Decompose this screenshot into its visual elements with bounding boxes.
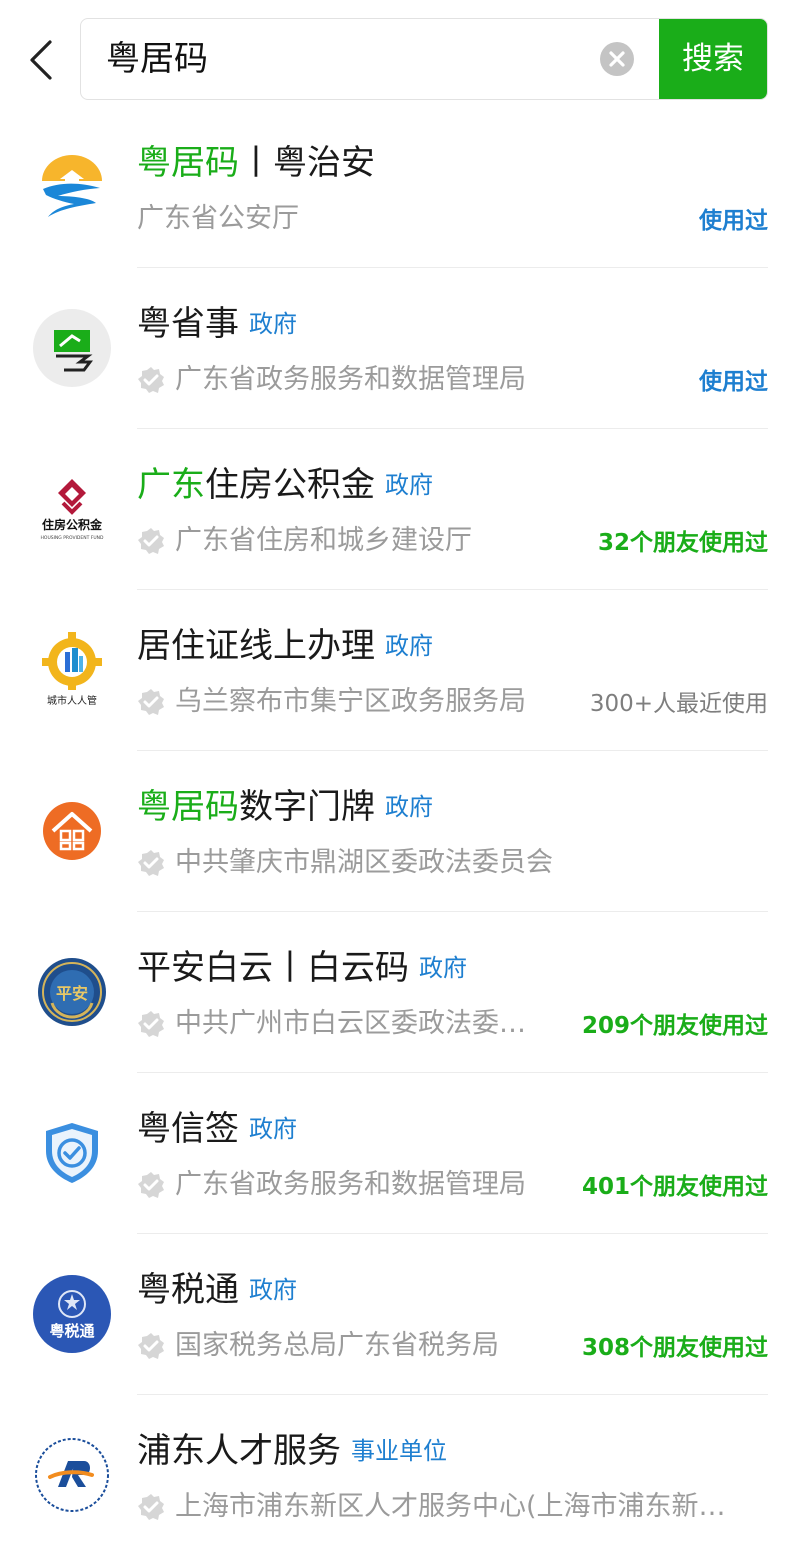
result-org: 上海市浦东新区人才服务中心(上海市浦东新… [175, 1491, 726, 1522]
result-subtitle-row: 中共广州市白云区委政法委… [137, 1004, 597, 1044]
house-qr-icon [32, 791, 112, 871]
result-subtitle-row: 上海市浦东新区人才服务中心(上海市浦东新… [137, 1487, 757, 1527]
result-title: 粤税通 政府 [137, 1270, 297, 1310]
category-tag: 政府 [249, 310, 297, 338]
category-tag: 政府 [385, 632, 433, 660]
usage-note: 使用过 [699, 208, 768, 234]
result-org: 广东省政务服务和数据管理局 [175, 364, 526, 395]
result-org: 广东省政务服务和数据管理局 [175, 1169, 526, 1200]
category-tag: 事业单位 [351, 1437, 447, 1465]
svg-text:城市人人管: 城市人人管 [47, 694, 97, 707]
result-item[interactable]: 粤信签 政府 广东省政务服务和数据管理局 401个朋友使用过 [0, 1073, 800, 1234]
result-item[interactable]: 粤税通 粤税通 政府 国家税务总局广东省税务局 308个朋友使用过 [0, 1234, 800, 1395]
result-title: 粤居码丨粤治安 [137, 143, 375, 183]
verified-icon [138, 528, 164, 554]
back-arrow-icon[interactable] [22, 36, 66, 84]
usage-note: 300+人最近使用 [589, 691, 768, 717]
result-title: 粤省事 政府 [137, 304, 297, 344]
verified-icon [138, 850, 164, 876]
result-item[interactable]: 城市人人管 居住证线上办理 政府 乌兰察布市集宁区政务服务局 300+人最近使用 [0, 590, 800, 751]
shield-check-icon [32, 1113, 112, 1193]
usage-note: 401个朋友使用过 [581, 1174, 768, 1200]
verified-icon [138, 1494, 164, 1520]
result-org: 乌兰察布市集宁区政务服务局 [175, 686, 526, 717]
result-org: 中共肇庆市鼎湖区委政法委员会 [175, 847, 553, 878]
clear-icon[interactable] [599, 41, 635, 77]
result-subtitle-row: 广东省住房和城乡建设厅 [137, 521, 597, 561]
category-tag: 政府 [249, 1115, 297, 1143]
result-org: 广东省公安厅 [137, 203, 299, 234]
search-button[interactable]: 搜索 [659, 19, 767, 99]
usage-note: 使用过 [699, 369, 768, 395]
svg-text:粤税通: 粤税通 [49, 1322, 94, 1340]
svg-text:平安: 平安 [56, 984, 88, 1003]
verified-icon [138, 1333, 164, 1359]
category-tag: 政府 [385, 793, 433, 821]
result-item[interactable]: 粤居码丨粤治安 广东省公安厅 使用过 [0, 107, 800, 268]
svg-text:住房公积金: 住房公积金 [42, 517, 103, 532]
yue-sheng-shi-icon [32, 308, 112, 388]
search-input[interactable]: 粤居码 [106, 36, 208, 82]
usage-note: 32个朋友使用过 [597, 530, 768, 556]
search-box: 粤居码 搜索 [80, 18, 768, 100]
pudong-talent-icon [32, 1435, 112, 1515]
result-title: 粤信签 政府 [137, 1109, 297, 1149]
result-org: 国家税务总局广东省税务局 [175, 1330, 499, 1361]
svg-text:HOUSING PROVIDENT FUND: HOUSING PROVIDENT FUND [41, 535, 104, 541]
tax-emblem-icon: 粤税通 [32, 1274, 112, 1354]
mountain-river-icon [32, 147, 112, 227]
result-subtitle-row: 中共肇庆市鼎湖区委政法委员会 [137, 843, 597, 883]
results-list: 粤居码丨粤治安 广东省公安厅 使用过 粤省事 政府 广东省政务服务和数据管理局 使… [0, 107, 800, 1556]
result-org: 广东省住房和城乡建设厅 [175, 525, 472, 556]
verified-icon [138, 1172, 164, 1198]
result-item[interactable]: 粤居码数字门牌 政府 中共肇庆市鼎湖区委政法委员会 [0, 751, 800, 912]
city-gear-icon: 城市人人管 [32, 630, 112, 710]
result-subtitle-row: 国家税务总局广东省税务局 [137, 1326, 597, 1366]
category-tag: 政府 [419, 954, 467, 982]
usage-note: 209个朋友使用过 [581, 1013, 768, 1039]
housing-fund-icon: 住房公积金 HOUSING PROVIDENT FUND [32, 469, 112, 549]
verified-icon [138, 689, 164, 715]
result-subtitle-row: 广东省政务服务和数据管理局 [137, 1165, 597, 1205]
result-subtitle-row: 乌兰察布市集宁区政务服务局 [137, 682, 597, 722]
result-item[interactable]: 浦东人才服务 事业单位 上海市浦东新区人才服务中心(上海市浦东新… [0, 1395, 800, 1556]
result-item[interactable]: 住房公积金 HOUSING PROVIDENT FUND 广东住房公积金 政府 广… [0, 429, 800, 590]
result-subtitle-row: 广东省政务服务和数据管理局 [137, 360, 597, 400]
result-title: 平安白云丨白云码 政府 [137, 948, 467, 988]
verified-icon [138, 367, 164, 393]
category-tag: 政府 [385, 471, 433, 499]
result-title: 居住证线上办理 政府 [137, 626, 433, 666]
result-title: 浦东人才服务 事业单位 [137, 1431, 447, 1471]
result-title: 广东住房公积金 政府 [137, 465, 433, 505]
result-org: 中共广州市白云区委政法委… [175, 1008, 526, 1039]
category-tag: 政府 [249, 1276, 297, 1304]
result-title: 粤居码数字门牌 政府 [137, 787, 433, 827]
result-subtitle-row: 广东省公安厅 [137, 199, 597, 239]
search-header: 粤居码 搜索 [0, 0, 800, 120]
result-item[interactable]: 粤省事 政府 广东省政务服务和数据管理局 使用过 [0, 268, 800, 429]
verified-icon [138, 1011, 164, 1037]
usage-note: 308个朋友使用过 [581, 1335, 768, 1361]
result-item[interactable]: 平安 平安白云丨白云码 政府 中共广州市白云区委政法委… 209个朋友使用过 [0, 912, 800, 1073]
police-badge-icon: 平安 [32, 952, 112, 1032]
